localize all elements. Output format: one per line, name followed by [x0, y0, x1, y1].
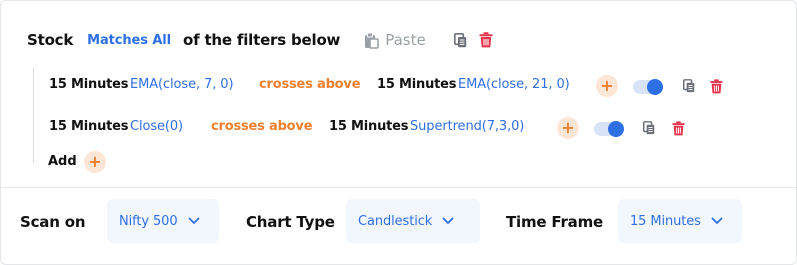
- chart-type-dropdown[interactable]: Candlestick: [346, 199, 480, 243]
- clipboard-icon: [365, 32, 380, 49]
- condition-operator[interactable]: crosses above: [211, 119, 313, 134]
- filter-group-rule: [33, 68, 34, 162]
- right-timeframe[interactable]: 15 Minutes: [329, 119, 408, 134]
- scan-on-value: Nifty 500: [119, 213, 178, 229]
- chevron-down-icon: [442, 217, 454, 224]
- matches-all-selector[interactable]: Matches All: [87, 33, 171, 48]
- add-condition-button[interactable]: +: [557, 117, 579, 139]
- add-filter-button[interactable]: +: [84, 151, 106, 173]
- left-indicator[interactable]: Close(0): [130, 119, 183, 134]
- scan-on-label: Scan on: [20, 213, 86, 231]
- copy-icon[interactable]: [683, 79, 695, 93]
- trash-icon[interactable]: [479, 32, 493, 48]
- chart-type-label: Chart Type: [246, 213, 335, 231]
- left-timeframe[interactable]: 15 Minutes: [49, 77, 128, 92]
- add-filter-label: Add: [48, 154, 77, 169]
- copy-icon[interactable]: [453, 32, 467, 48]
- right-indicator[interactable]: EMA(close, 21, 0): [458, 77, 570, 92]
- stock-label: Stock: [27, 31, 74, 49]
- paste-button[interactable]: Paste: [364, 31, 426, 49]
- filter-header: Stock Matches All of the filters below P…: [27, 30, 493, 50]
- right-timeframe[interactable]: 15 Minutes: [377, 77, 456, 92]
- chevron-down-icon: [188, 217, 199, 224]
- scan-on-dropdown[interactable]: Nifty 500: [107, 199, 219, 243]
- time-frame-value: 15 Minutes: [630, 213, 701, 229]
- trash-icon[interactable]: [710, 79, 723, 94]
- trash-icon[interactable]: [672, 121, 685, 136]
- filter-enable-toggle[interactable]: [633, 79, 663, 95]
- left-timeframe[interactable]: 15 Minutes: [49, 119, 128, 134]
- filter-enable-toggle[interactable]: [594, 121, 624, 137]
- time-frame-label: Time Frame: [506, 213, 604, 231]
- paste-label: Paste: [385, 31, 426, 49]
- condition-operator[interactable]: crosses above: [259, 77, 361, 92]
- chevron-down-icon: [711, 217, 723, 224]
- section-divider: [1, 187, 796, 188]
- right-indicator[interactable]: Supertrend(7,3,0): [410, 119, 524, 134]
- copy-icon[interactable]: [643, 121, 655, 135]
- filters-label: of the filters below: [183, 31, 341, 49]
- add-condition-button[interactable]: +: [596, 75, 618, 97]
- toggle-knob: [647, 79, 663, 95]
- toggle-knob: [608, 121, 624, 137]
- chart-type-value: Candlestick: [358, 213, 433, 229]
- time-frame-dropdown[interactable]: 15 Minutes: [618, 199, 742, 243]
- left-indicator[interactable]: EMA(close, 7, 0): [130, 77, 234, 92]
